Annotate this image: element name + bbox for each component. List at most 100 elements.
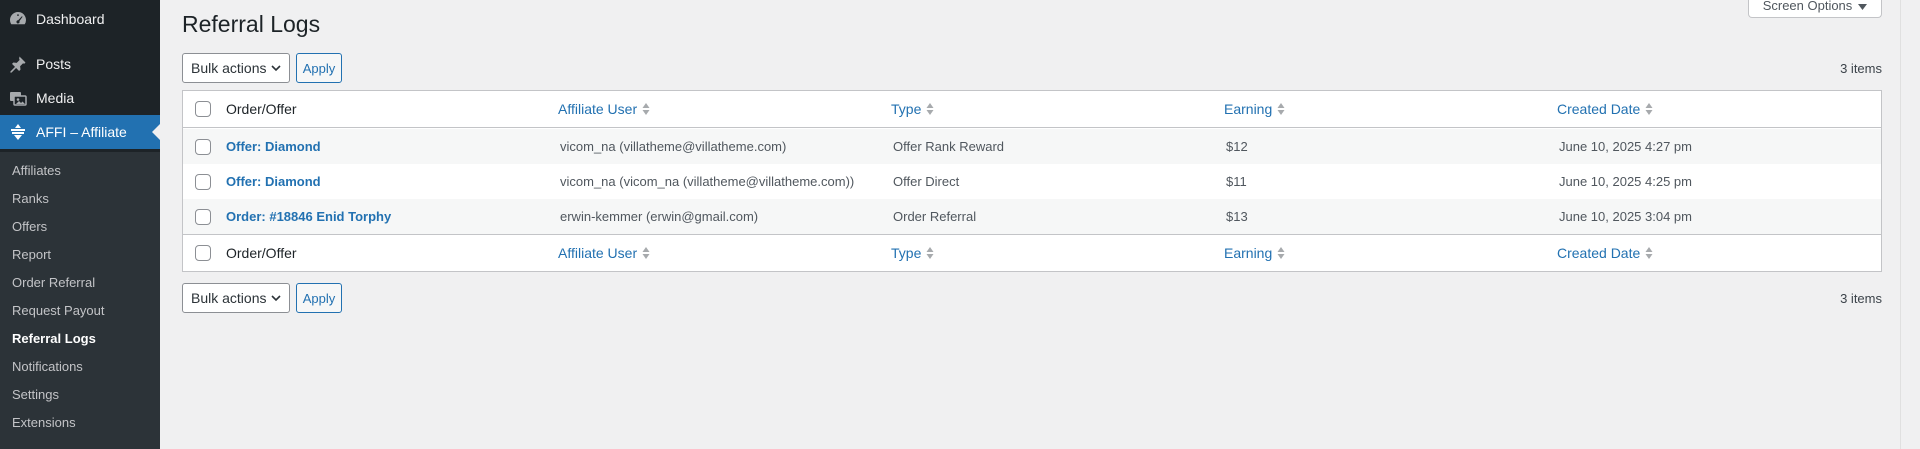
pin-icon [0,54,36,74]
sort-icon [642,247,650,259]
earning-cell: $11 [1226,174,1247,189]
earning-cell: $12 [1226,139,1248,154]
row-checkbox[interactable] [195,173,211,190]
column-footer-label: Type [891,245,922,261]
order-offer-link[interactable]: Offer: Diamond [226,174,321,189]
select-all-cell [195,235,211,271]
column-header-type[interactable]: Type [891,91,934,127]
affiliate-submenu: Affiliates Ranks Offers Report Order Ref… [0,152,160,449]
table-header-row: Order/Offer Affiliate User Type Earning … [183,91,1881,128]
created-date-cell: June 10, 2025 4:27 pm [1559,139,1692,154]
page-scrollbar[interactable] [1900,0,1920,449]
bulk-actions-label: Bulk actions [191,60,267,76]
affiliate-user-cell: vicom_na (villatheme@villatheme.com) [560,139,787,154]
order-offer-cell: Offer: Diamond [226,129,321,164]
column-header-created-date[interactable]: Created Date [1557,91,1653,127]
media-icon [0,88,36,108]
row-checkbox[interactable] [195,208,211,225]
dashboard-icon [0,9,36,29]
sidebar-item-dashboard[interactable]: Dashboard [0,2,160,36]
sort-icon [1645,247,1653,259]
select-all-cell [195,91,211,127]
column-header-order-offer: Order/Offer [226,101,297,117]
bulk-actions-select[interactable]: Bulk actions [182,53,290,83]
sidebar-item-label: Posts [36,56,72,72]
submenu-item-referral-logs[interactable]: Referral Logs [12,329,96,349]
apply-button[interactable]: Apply [296,53,342,83]
sort-icon [1277,103,1285,115]
type-cell: Offer Rank Reward [893,139,1005,154]
table-row: Offer: Diamond vicom_na (vicom_na (villa… [183,164,1881,199]
submenu-item-affiliates[interactable]: Affiliates [12,161,61,181]
chevron-down-icon [271,65,281,72]
screen-options-button[interactable]: Screen Options [1748,0,1882,18]
chevron-down-icon [271,295,281,302]
affiliate-user-cell: erwin-kemmer (erwin@gmail.com) [560,209,759,224]
column-header-label: Type [891,101,922,117]
admin-sidebar: Dashboard Posts Media AFFI – Affiliate A… [0,0,160,449]
column-footer-label: Created Date [1557,245,1641,261]
tablenav-bottom: Bulk actions Apply 3 items [182,283,1882,315]
page-title: Referral Logs [182,11,321,37]
tablenav-top: Bulk actions Apply 3 items [182,53,1882,85]
sort-icon [642,103,650,115]
sidebar-item-label: Dashboard [36,11,105,27]
submenu-item-settings[interactable]: Settings [12,385,59,405]
column-header-affiliate-user[interactable]: Affiliate User [558,91,650,127]
sidebar-item-media[interactable]: Media [0,81,160,115]
submenu-item-order-referral[interactable]: Order Referral [12,273,95,293]
table-row: Offer: Diamond vicom_na (villatheme@vill… [183,129,1881,164]
sidebar-item-posts[interactable]: Posts [0,47,160,81]
created-date-cell: June 10, 2025 4:25 pm [1559,174,1692,189]
sidebar-item-label: Media [36,90,75,106]
column-footer-created-date[interactable]: Created Date [1557,235,1653,271]
submenu-item-notifications[interactable]: Notifications [12,357,83,377]
submenu-item-request-payout[interactable]: Request Payout [12,301,105,321]
row-select-cell [195,199,211,234]
type-cell: Order Referral [893,209,977,224]
order-offer-cell: Order: #18846 Enid Torphy [226,199,391,234]
sort-icon [926,103,934,115]
items-count: 3 items [1840,61,1882,76]
column-header-label: Created Date [1557,101,1641,117]
sort-icon [1277,247,1285,259]
select-all-checkbox[interactable] [195,245,211,261]
earning-cell: $13 [1226,209,1248,224]
submenu-item-ranks[interactable]: Ranks [12,189,49,209]
column-header-label: Affiliate User [558,101,638,117]
affiliate-icon [0,122,36,142]
sidebar-item-affi-affiliate[interactable]: AFFI – Affiliate [0,115,160,149]
column-footer-label: Affiliate User [558,245,638,261]
type-cell: Offer Direct [893,174,960,189]
created-date-cell: June 10, 2025 3:04 pm [1559,209,1692,224]
column-footer-label: Earning [1224,245,1273,261]
row-select-cell [195,129,211,164]
sidebar-item-label: AFFI – Affiliate [36,124,127,140]
order-offer-link[interactable]: Offer: Diamond [226,139,321,154]
column-header-earning[interactable]: Earning [1224,91,1285,127]
items-count: 3 items [1840,291,1882,306]
sort-icon [926,247,934,259]
column-footer-order-offer: Order/Offer [226,245,297,261]
apply-button[interactable]: Apply [296,283,342,313]
row-select-cell [195,164,211,199]
caret-down-icon [1858,0,1868,13]
order-offer-link[interactable]: Order: #18846 Enid Torphy [226,209,391,224]
bulk-actions-label: Bulk actions [191,290,267,306]
column-footer-earning[interactable]: Earning [1224,235,1285,271]
select-all-checkbox[interactable] [195,101,211,117]
row-checkbox[interactable] [195,138,211,155]
table-footer-row: Order/Offer Affiliate User Type Earning … [183,234,1881,271]
column-footer-affiliate-user[interactable]: Affiliate User [558,235,650,271]
submenu-item-extensions[interactable]: Extensions [12,413,76,433]
bulk-actions-select[interactable]: Bulk actions [182,283,290,313]
submenu-item-offers[interactable]: Offers [12,217,47,237]
column-footer-type[interactable]: Type [891,235,934,271]
sort-icon [1645,103,1653,115]
table-row: Order: #18846 Enid Torphy erwin-kemmer (… [183,199,1881,234]
column-header-label: Earning [1224,101,1273,117]
submenu-item-report[interactable]: Report [12,245,51,265]
affiliate-user-cell: vicom_na (vicom_na (villatheme@villathem… [560,174,855,189]
order-offer-cell: Offer: Diamond [226,164,321,199]
referral-logs-table: Order/Offer Affiliate User Type Earning … [182,90,1882,272]
